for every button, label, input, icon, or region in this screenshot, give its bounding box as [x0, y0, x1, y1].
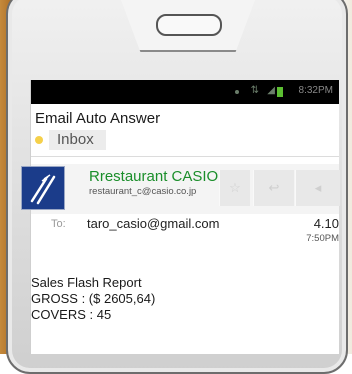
fork-knife-logo [22, 167, 64, 209]
app-title: Email Auto Answer [35, 110, 161, 127]
header-divider [31, 156, 339, 157]
chevron-down-icon: ◂ [314, 180, 322, 195]
recipient-email[interactable]: taro_casio@gmail.com [87, 216, 219, 231]
status-bar: ⇅ ◢ 8:32PM [31, 80, 339, 104]
signal-icon: ◢ [267, 85, 275, 96]
sender-email: restaurant_c@casio.co.jp [89, 186, 197, 197]
reply-icon: ↩ [268, 180, 280, 195]
more-options-button[interactable]: ◂ [295, 170, 340, 206]
sender-avatar[interactable] [21, 166, 65, 210]
inbox-label[interactable]: Inbox [49, 130, 106, 150]
wifi-icon: ⇅ [250, 85, 259, 96]
notification-icon [235, 90, 239, 94]
body-line: Sales Flash Report [31, 275, 142, 290]
body-line: GROSS : ($ 2605,64) [31, 291, 156, 306]
star-icon: ☆ [229, 180, 241, 195]
body-line: COVERS : 45 [31, 307, 112, 322]
phone-speaker [156, 14, 222, 36]
status-time: 8:32PM [298, 85, 333, 96]
battery-icon [277, 87, 283, 97]
reply-button[interactable]: ↩ [253, 170, 294, 206]
recipient-label: To: [51, 218, 66, 230]
star-button[interactable]: ☆ [219, 170, 250, 206]
message-time: 7:50PM [306, 233, 339, 244]
label-color-dot [35, 136, 43, 144]
message-body: Sales Flash Report GROSS : ($ 2605,64) C… [31, 275, 155, 323]
sender-name[interactable]: Rrestaurant CASIO [89, 168, 218, 185]
phone-screen: ⇅ ◢ 8:32PM Email Auto Answer Inbox Rrest… [21, 80, 340, 354]
message-date: 4.10 [313, 216, 339, 231]
